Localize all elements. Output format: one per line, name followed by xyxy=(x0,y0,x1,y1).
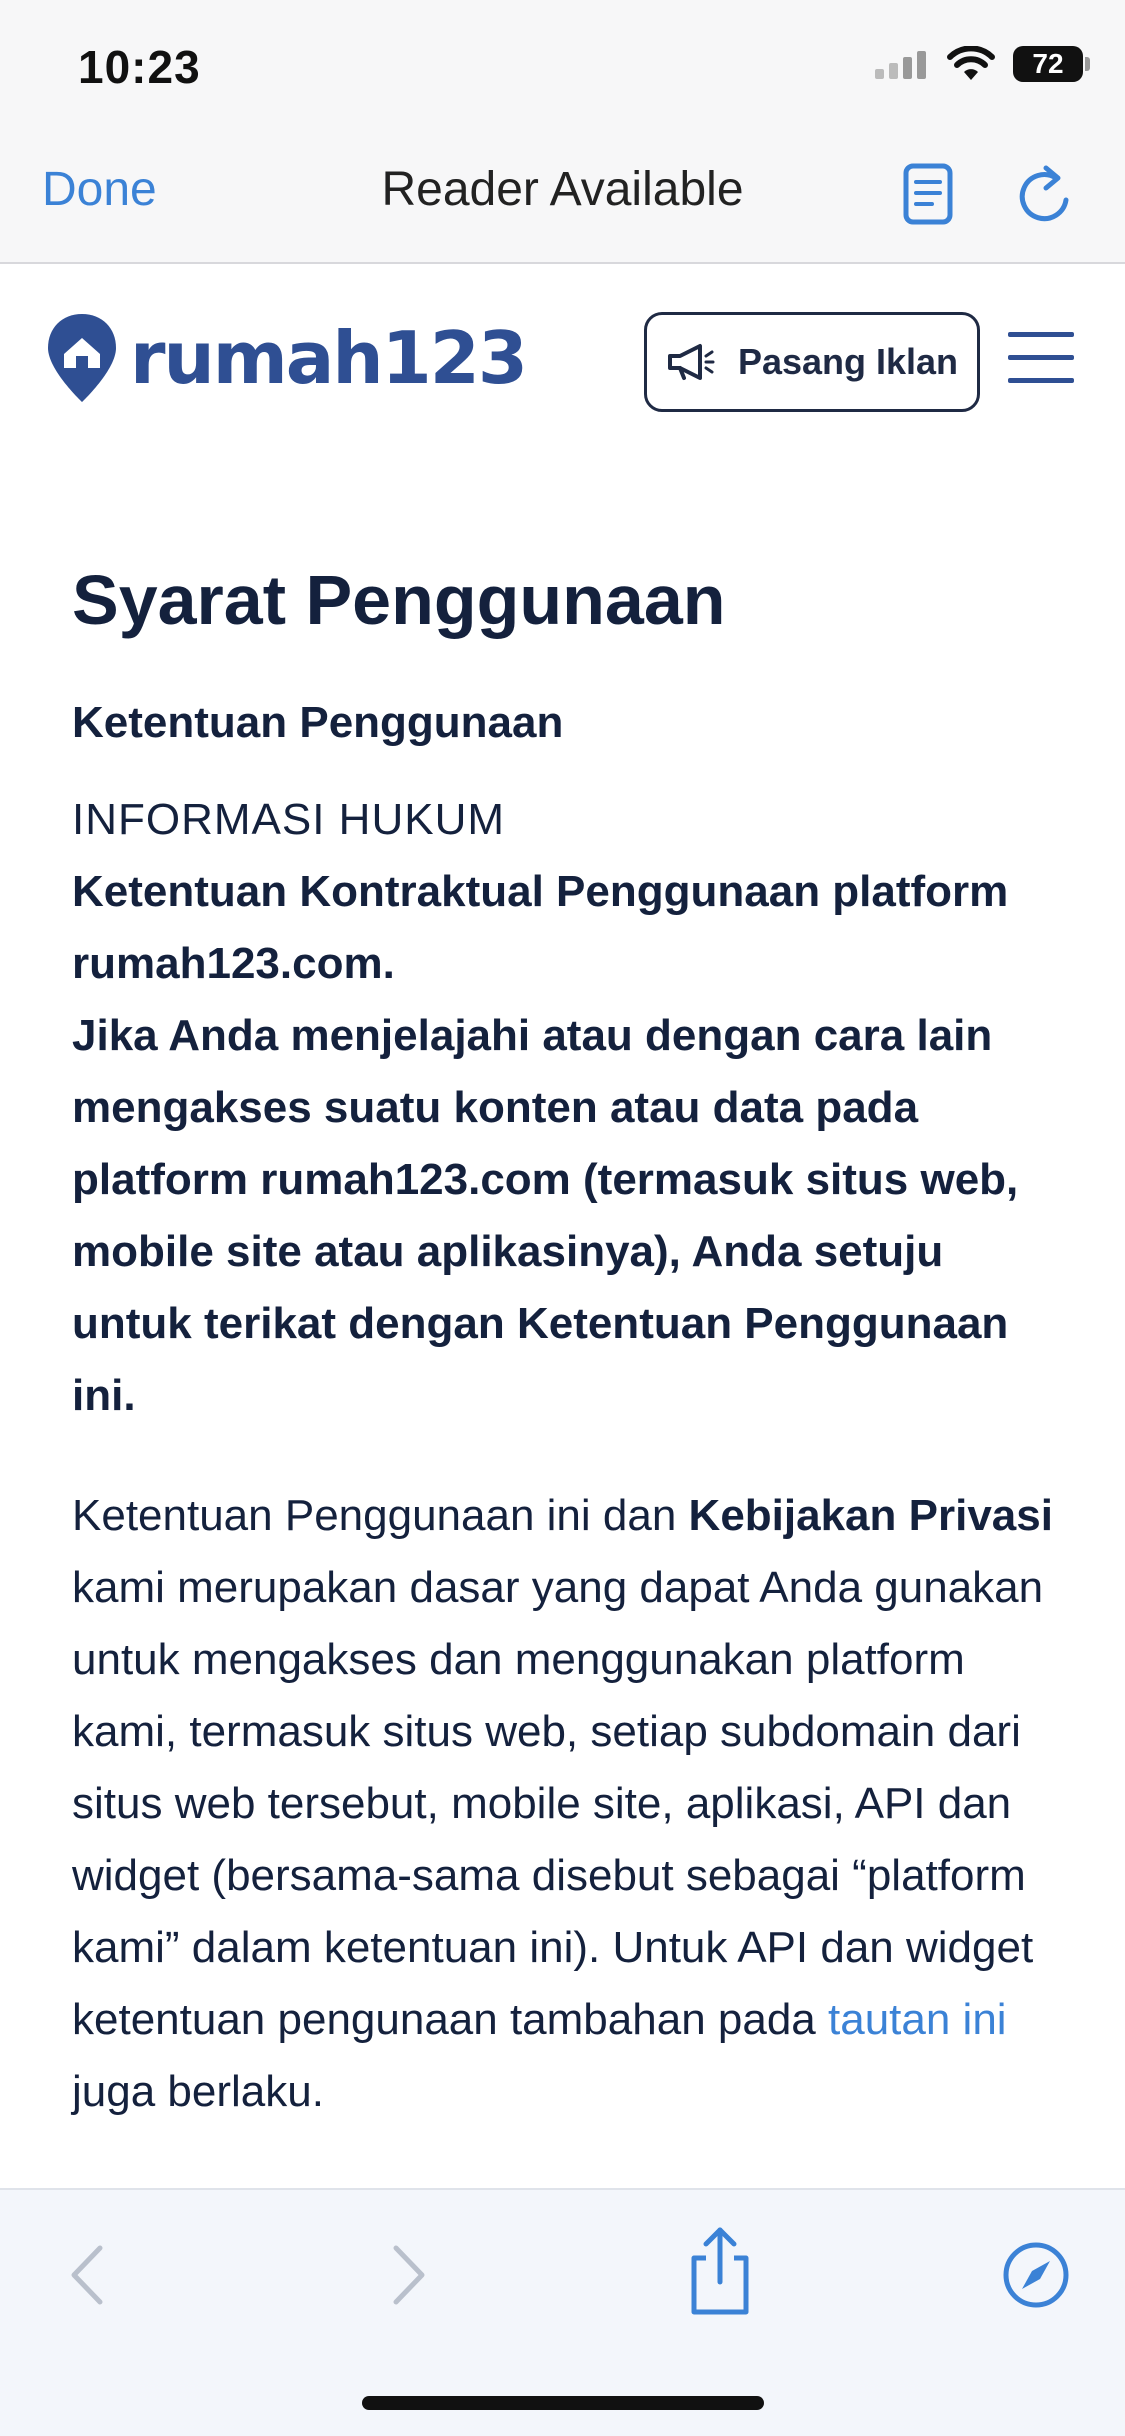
logo-text: rumah123 xyxy=(130,316,528,400)
article-content: Syarat Penggunaan Ketentuan Penggunaan I… xyxy=(72,560,1062,2128)
para-text-end: juga berlaku. xyxy=(72,2067,324,2116)
home-indicator xyxy=(362,2396,764,2410)
status-time: 10:23 xyxy=(78,41,201,93)
share-icon[interactable] xyxy=(680,2222,760,2322)
site-header: rumah123 Pasang Iklan xyxy=(0,266,1125,456)
forward-icon[interactable] xyxy=(368,2230,448,2320)
section-title: Ketentuan Penggunaan xyxy=(72,698,564,747)
megaphone-icon xyxy=(667,344,715,380)
compass-icon[interactable] xyxy=(996,2230,1076,2320)
wifi-icon xyxy=(947,46,995,80)
intro-paragraph: Jika Anda menjelajahi atau dengan cara l… xyxy=(72,1011,1019,1420)
page-title: Syarat Penggunaan xyxy=(72,561,726,639)
para-text-mid: kami merupakan dasar yang dapat Anda gun… xyxy=(72,1563,1044,2044)
status-icons: 72 xyxy=(875,46,1090,82)
reader-available-label: Reader Available xyxy=(381,163,744,216)
contract-title: Ketentuan Kontraktual Penggunaan platfor… xyxy=(72,867,1009,988)
battery-icon: 72 xyxy=(1013,46,1090,82)
battery-level: 72 xyxy=(1032,48,1064,79)
hamburger-menu-icon[interactable] xyxy=(1008,332,1074,388)
cellular-signal-icon xyxy=(875,51,926,79)
pasang-iklan-label: Pasang Iklan xyxy=(737,341,959,382)
para-text-start: Ketentuan Penggunaan ini dan xyxy=(72,1491,689,1540)
site-logo[interactable]: rumah123 xyxy=(44,310,528,406)
terms-paragraph: Ketentuan Penggunaan ini dan Kebijakan P… xyxy=(72,1480,1062,2128)
back-icon[interactable] xyxy=(48,2230,128,2320)
legal-heading: INFORMASI HUKUM xyxy=(72,795,505,844)
reader-mode-icon[interactable] xyxy=(900,160,956,228)
privacy-policy-text: Kebijakan Privasi xyxy=(688,1491,1053,1540)
pasang-iklan-button[interactable]: Pasang Iklan xyxy=(644,312,980,412)
status-bar: 10:23 72 xyxy=(0,0,1125,132)
tautan-ini-link[interactable]: tautan ini xyxy=(828,1995,1007,2044)
browser-top-bar: Done Reader Available xyxy=(0,132,1125,264)
reload-icon[interactable] xyxy=(1014,160,1074,228)
home-pin-icon xyxy=(48,314,116,402)
done-button[interactable]: Done xyxy=(42,162,157,217)
